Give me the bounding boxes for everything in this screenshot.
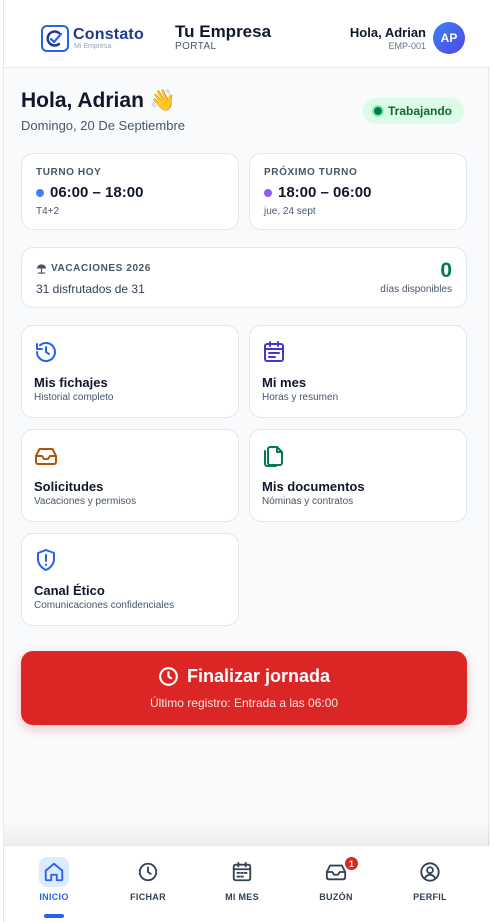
vacations-available-count: 0 <box>440 259 452 282</box>
nav-label: INICIO <box>39 892 69 902</box>
tile-subtitle: Horas y resumen <box>262 392 339 403</box>
nav-icon-wrap <box>415 857 445 887</box>
shift-next-label: PRÓXIMO TURNO <box>264 167 358 178</box>
tile-mis-documentos[interactable]: Mis documentos Nóminas y contratos <box>249 429 467 522</box>
status-text: Trabajando <box>388 104 453 118</box>
shield-alert-icon <box>37 549 55 571</box>
tile-title: Canal Ético <box>34 583 105 598</box>
nav-label: MI MES <box>225 892 259 902</box>
shift-today-label: TURNO HOY <box>36 167 102 178</box>
tile-title: Mis fichajes <box>34 375 108 390</box>
tile-canal-etico[interactable]: Canal Ético Comunicaciones confidenciale… <box>21 533 239 626</box>
tile-subtitle: Nóminas y contratos <box>262 496 354 507</box>
clock-icon <box>159 667 178 686</box>
vacations-label-row: VACACIONES 2026 <box>36 263 151 274</box>
tile-title: Solicitudes <box>34 479 104 494</box>
home-icon <box>44 862 64 882</box>
nav-icon-wrap <box>133 857 163 887</box>
company-name: Tu Empresa <box>175 22 272 41</box>
shift-today-time: 06:00 – 18:00 <box>50 184 144 201</box>
nav-shadow <box>4 820 490 846</box>
shift-next-date: jue, 24 sept <box>264 206 316 217</box>
tile-title: Mis documentos <box>262 479 365 494</box>
avatar[interactable]: AP <box>433 22 465 54</box>
shift-next-time-row: 18:00 – 06:00 <box>264 184 371 201</box>
nav-label: PERFIL <box>413 892 447 902</box>
nav-icon-wrap <box>227 857 257 887</box>
tile-subtitle: Historial completo <box>34 392 114 403</box>
documents-icon <box>264 446 283 467</box>
employee-id: EMP-001 <box>388 41 426 51</box>
user-circle-icon <box>420 862 440 882</box>
beach-umbrella-icon <box>36 264 47 274</box>
nav-item-mi-mes[interactable]: MI MES <box>195 846 289 922</box>
status-dot-icon <box>374 107 382 115</box>
vacations-used: 31 disfrutados de 31 <box>36 282 145 296</box>
shift-next-time: 18:00 – 06:00 <box>278 184 372 201</box>
vacations-card[interactable]: VACACIONES 2026 31 disfrutados de 31 0 d… <box>21 247 467 308</box>
calendar-icon <box>264 341 284 362</box>
nav-item-buzon[interactable]: 1 BUZÓN <box>289 846 383 922</box>
calendar-icon <box>232 861 252 882</box>
logo-subtitle: Mi Empresa <box>74 43 112 50</box>
vacations-label: VACACIONES 2026 <box>51 263 151 274</box>
purple-dot-icon <box>264 188 272 197</box>
clock-icon <box>138 862 158 882</box>
tile-subtitle: Vacaciones y permisos <box>34 496 137 507</box>
tile-mi-mes[interactable]: Mi mes Horas y resumen <box>249 325 467 418</box>
shift-next-card[interactable]: PRÓXIMO TURNO 18:00 – 06:00 jue, 24 sept <box>249 153 467 230</box>
end-shift-title-row: Finalizar jornada <box>21 666 467 687</box>
app-frame: Constato Mi Empresa Tu Empresa PORTAL Ho… <box>3 0 490 922</box>
status-badge: Trabajando <box>363 98 465 124</box>
end-shift-label: Finalizar jornada <box>186 666 331 686</box>
blue-dot-icon <box>36 188 44 197</box>
end-shift-button[interactable]: Finalizar jornada Último registro: Entra… <box>21 651 467 725</box>
logo-text: Constato <box>73 26 144 43</box>
header-greeting: Hola, Adrian <box>349 25 426 40</box>
inbox-badge: 1 <box>343 855 360 872</box>
nav-label: FICHAR <box>130 892 166 902</box>
nav-icon-wrap <box>39 857 69 887</box>
tile-subtitle: Comunicaciones confidenciales <box>34 600 175 611</box>
shift-today-pattern: T4+2 <box>36 206 60 217</box>
portal-label: PORTAL <box>175 41 217 52</box>
last-record-text: Último registro: Entrada a las 06:00 <box>149 696 339 710</box>
bottom-nav: INICIO FICHAR MI MES 1 BUZÓN PERFIL <box>4 845 490 922</box>
app-header: Constato Mi Empresa Tu Empresa PORTAL Ho… <box>4 0 490 68</box>
vacations-available-label: días disponibles <box>380 284 452 295</box>
tile-solicitudes[interactable]: Solicitudes Vacaciones y permisos <box>21 429 239 522</box>
page-title: Hola, Adrian 👋 <box>21 89 176 112</box>
nav-item-perfil[interactable]: PERFIL <box>383 846 477 922</box>
nav-label: BUZÓN <box>319 892 353 902</box>
active-indicator <box>44 914 64 918</box>
tile-title: Mi mes <box>262 375 307 390</box>
tile-mis-fichajes[interactable]: Mis fichajes Historial completo <box>21 325 239 418</box>
logo-check-icon <box>41 25 69 52</box>
current-date: Domingo, 20 De Septiembre <box>21 118 186 133</box>
shift-today-card[interactable]: TURNO HOY 06:00 – 18:00 T4+2 <box>21 153 239 230</box>
history-icon <box>36 342 56 362</box>
nav-item-fichar[interactable]: FICHAR <box>101 846 195 922</box>
shift-today-time-row: 06:00 – 18:00 <box>36 184 143 201</box>
inbox-icon <box>35 448 57 465</box>
nav-item-inicio[interactable]: INICIO <box>7 846 101 922</box>
